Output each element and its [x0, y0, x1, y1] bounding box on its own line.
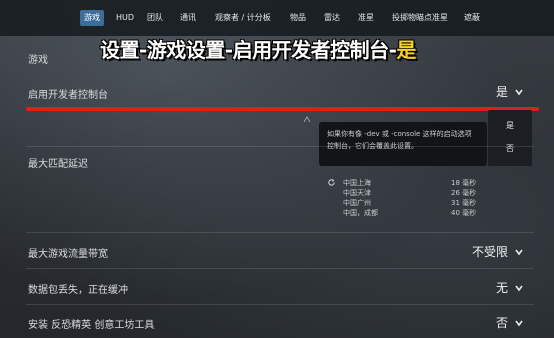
dev-console-select[interactable]: 是 [496, 83, 524, 100]
packet-loss-select[interactable]: 无 [496, 279, 524, 296]
setting-label-packet-loss: 数据包丢失，正在缓冲 [28, 285, 128, 296]
setting-label-dev-console: 启用开发者控制台 [28, 90, 108, 101]
tooltip-line-1: 如果你有像 -dev 或 -console 这样的启动选项 [327, 130, 472, 138]
server-name: 中国天津 [343, 189, 371, 197]
server-ping: 31 毫秒 [451, 199, 477, 207]
server-name: 中国广州 [343, 199, 371, 207]
tab-game[interactable]: 游戏 [80, 10, 104, 26]
list-item: 中国广州 31 毫秒 [327, 198, 477, 208]
server-ping: 26 毫秒 [451, 189, 477, 197]
server-ping-list: 中国上海 18 毫秒 中国天津 26 毫秒 中国广州 31 毫秒 中国，成都 4… [327, 178, 477, 218]
section-title: 游戏 [28, 55, 48, 66]
divider [26, 304, 534, 305]
tab-grenade-crosshair[interactable]: 投掷物瞄点准星 [388, 10, 452, 26]
overlay-headline: 设置-游戏设置-启用开发者控制台-是 [100, 34, 416, 62]
headline-highlight: 是 [396, 38, 416, 62]
bandwidth-select[interactable]: 不受限 [472, 243, 524, 260]
chevron-down-icon [515, 89, 523, 95]
divider [26, 232, 534, 233]
server-ping: 40 毫秒 [451, 209, 477, 217]
setting-label-max-ping: 最大匹配延迟 [28, 159, 88, 170]
bandwidth-value: 不受限 [471, 245, 508, 259]
list-item: 中国上海 18 毫秒 [327, 178, 477, 188]
chevron-down-icon [515, 320, 523, 326]
workshop-tools-value: 否 [495, 316, 508, 330]
list-item: 中国天津 26 毫秒 [327, 188, 477, 198]
server-name: 中国上海 [343, 179, 371, 187]
top-nav: 游戏 HUD 团队 通讯 观察者 / 计分板 物品 雷达 准星 投掷物瞄点准星 … [0, 0, 554, 36]
chevron-down-icon [515, 285, 523, 291]
chevron-down-icon [515, 249, 523, 255]
dropdown-option-no[interactable]: 否 [488, 143, 532, 154]
tab-hud[interactable]: HUD [112, 10, 138, 26]
tab-spectator-scoreboard[interactable]: 观察者 / 计分板 [211, 10, 275, 26]
setting-label-bandwidth: 最大游戏流量带宽 [28, 249, 108, 260]
arrow-icon [303, 116, 311, 123]
server-name: 中国，成都 [343, 209, 378, 217]
dev-console-dropdown: 是 否 [488, 110, 532, 166]
packet-loss-value: 无 [495, 281, 508, 295]
divider [26, 146, 534, 147]
highlight-underline [26, 107, 539, 111]
tab-occlusion[interactable]: 遮蔽 [460, 10, 484, 26]
headline-text: 设置-游戏设置-启用开发者控制台- [100, 38, 397, 62]
dropdown-option-yes[interactable]: 是 [488, 120, 532, 131]
tab-crosshair[interactable]: 准星 [354, 10, 378, 26]
dev-console-tooltip: 如果你有像 -dev 或 -console 这样的启动选项 控制台，它们会覆盖此… [319, 122, 487, 166]
server-ping: 18 毫秒 [451, 179, 477, 187]
setting-label-workshop-tools: 安装 反恐精英 创意工坊工具 [28, 320, 155, 331]
tab-radar[interactable]: 雷达 [320, 10, 344, 26]
divider [26, 268, 534, 269]
tab-items[interactable]: 物品 [286, 10, 310, 26]
tab-comms[interactable]: 通讯 [176, 10, 200, 26]
workshop-tools-select[interactable]: 否 [496, 314, 524, 331]
dev-console-value: 是 [495, 85, 508, 99]
tab-team[interactable]: 团队 [143, 10, 167, 26]
list-item: 中国，成都 40 毫秒 [327, 208, 477, 218]
